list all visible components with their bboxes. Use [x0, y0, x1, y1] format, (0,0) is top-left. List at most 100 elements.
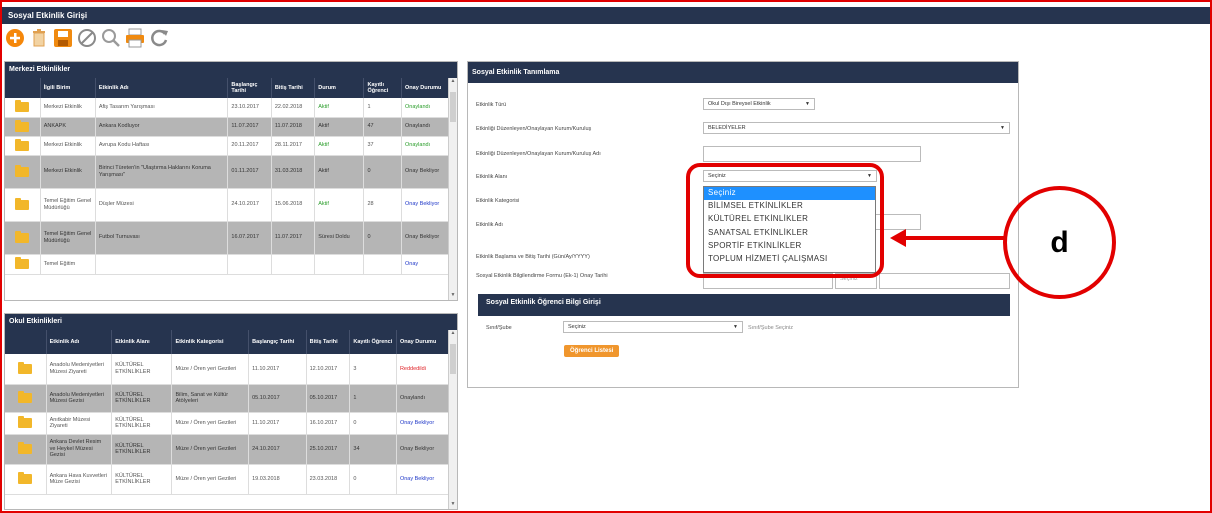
- cell-bitis: 22.02.2018: [271, 98, 316, 118]
- col-header-durum[interactable]: Durum: [314, 78, 365, 98]
- cell-kategori: Müze / Ören yeri Gezileri: [171, 354, 250, 385]
- col-header-kayitli[interactable]: Kayıtlı Öğrenci: [349, 330, 397, 354]
- save-icon[interactable]: [52, 28, 73, 49]
- scroll-thumb[interactable]: [450, 92, 456, 122]
- col-header[interactable]: [5, 330, 47, 354]
- cell-alan: KÜLTÜREL ETKİNLİKLER: [111, 464, 173, 495]
- folder-icon[interactable]: [15, 197, 30, 210]
- merkezi-etkinlikler-panel: Merkezi Etkinlikler İlgili Birim Etkinli…: [4, 61, 458, 301]
- col-header[interactable]: [5, 78, 41, 98]
- label-kurum-adi: Etkinliği Düzenleyen/Onaylayan Kurum/Kur…: [476, 151, 601, 157]
- table-row[interactable]: Anıtkabir Müzesi Ziyareti KÜLTÜREL ETKİN…: [5, 412, 450, 435]
- cell-ad: Birinci Türeten'in "Ulaştırma Haklarını …: [95, 155, 229, 189]
- delete-icon[interactable]: [28, 28, 49, 49]
- sinif-sube-select[interactable]: Seçiniz ▼: [563, 321, 743, 333]
- okul-etkinlikleri-table: Etkinlik Adı Etkinlik Alanı Etkinlik Kat…: [5, 330, 450, 495]
- col-header-baslangic[interactable]: Başlangıç Tarihi: [227, 78, 272, 98]
- table-row[interactable]: ANKAPK Ankara Kodluyor 11.07.2017 11.07.…: [5, 117, 449, 137]
- print-icon[interactable]: [124, 28, 145, 49]
- folder-icon[interactable]: [15, 100, 30, 113]
- table-row[interactable]: Anadolu Medeniyetleri Müzesi Ziyareti KÜ…: [5, 354, 450, 385]
- cell-kayitli: 0: [349, 464, 397, 495]
- scroll-thumb[interactable]: [450, 344, 456, 374]
- col-header-kategori[interactable]: Etkinlik Kategorisi: [171, 330, 250, 354]
- folder-icon[interactable]: [18, 416, 33, 428]
- folder-icon[interactable]: [15, 257, 30, 269]
- table-row[interactable]: Merkezi Etkinlik Afiş Tasarım Yarışması …: [5, 98, 449, 118]
- ogrenci-listesi-button[interactable]: Öğrenci Listesi: [564, 345, 620, 357]
- cell-ad: Anıtkabir Müzesi Ziyareti: [46, 412, 113, 435]
- search-icon[interactable]: [100, 28, 121, 49]
- cell-ad: Futbol Turnuvası: [95, 221, 229, 255]
- cell-kayitli: 28: [363, 188, 403, 222]
- merkezi-etkinlikler-title: Merkezi Etkinlikler: [5, 62, 457, 78]
- col-header-bitis[interactable]: Bitiş Tarihi: [271, 78, 316, 98]
- folder-icon[interactable]: [18, 472, 33, 484]
- table-row[interactable]: Merkezi Etkinlik Birinci Türeten'in "Ula…: [5, 155, 449, 189]
- scroll-down-icon[interactable]: ▼: [449, 292, 457, 300]
- label-kurum: Etkinliği Düzenleyen/Onaylayan Kurum/Kur…: [476, 126, 592, 132]
- col-header-kayitli[interactable]: Kayıtlı Öğrenci: [363, 78, 403, 98]
- cell-kayitli: [363, 254, 403, 275]
- col-header-onay[interactable]: Onay Durumu: [401, 78, 449, 98]
- cell-alan: KÜLTÜREL ETKİNLİKLER: [111, 434, 173, 465]
- cell-bitis: 15.06.2018: [271, 188, 316, 222]
- col-header-baslangic[interactable]: Başlangıç Tarihi: [248, 330, 307, 354]
- kurum-select[interactable]: BELEDİYELER ▼: [703, 122, 1010, 134]
- folder-icon[interactable]: [18, 391, 33, 403]
- callout-letter: d: [1050, 225, 1069, 259]
- table-row[interactable]: Ankara Devlet Resim ve Heykel Müzesi Gez…: [5, 434, 450, 465]
- table-row[interactable]: Temel Eğitim Onay: [5, 254, 449, 275]
- etkinlik-turu-select[interactable]: Okul Dışı Bireysel Etkinlik ▼: [703, 98, 815, 110]
- col-header-bitis[interactable]: Bitiş Tarihi: [306, 330, 351, 354]
- cell-kayitli: 0: [363, 221, 403, 255]
- chevron-down-icon: ▼: [733, 324, 738, 330]
- okul-scrollbar[interactable]: ▲ ▼: [448, 330, 457, 509]
- folder-icon[interactable]: [18, 442, 33, 454]
- col-header-onay[interactable]: Onay Durumu: [396, 330, 450, 354]
- cell-birim: ANKAPK: [40, 117, 96, 137]
- cell-onay: Onay Bekliyor: [396, 464, 450, 495]
- cell-onay: Onay Bekliyor: [401, 155, 449, 189]
- cell-baslangic: 24.10.2017: [248, 434, 307, 465]
- refresh-icon[interactable]: [148, 28, 169, 49]
- folder-icon[interactable]: [15, 138, 30, 151]
- folder-icon[interactable]: [15, 119, 30, 132]
- cell-ad: Ankara Hava Kuvvetleri Müze Gezisi: [46, 464, 113, 495]
- cell-kayitli: 0: [349, 412, 397, 435]
- kurum-value: BELEDİYELER: [708, 125, 746, 131]
- folder-icon[interactable]: [18, 361, 33, 374]
- col-header-alan[interactable]: Etkinlik Alanı: [111, 330, 173, 354]
- table-row[interactable]: Anadolu Medeniyetleri Müzesi Gezisi KÜLT…: [5, 384, 450, 413]
- form-onay-extra-input[interactable]: [879, 273, 1010, 289]
- kurum-adi-input[interactable]: [703, 146, 921, 162]
- table-row[interactable]: Temel Eğitim Genel Müdürlüğü Düşler Müze…: [5, 188, 449, 222]
- col-header-birim[interactable]: İlgili Birim: [40, 78, 96, 98]
- annotation-arrow-icon: [890, 229, 1004, 247]
- label-etkinlik-turu: Etkinlik Türü: [476, 102, 507, 108]
- folder-icon[interactable]: [15, 230, 30, 243]
- scroll-up-icon[interactable]: ▲: [449, 330, 457, 338]
- table-row[interactable]: Temel Eğitim Genel Müdürlüğü Futbol Turn…: [5, 221, 449, 255]
- cell-onay: Onaylandı: [401, 117, 449, 137]
- table-row[interactable]: Merkezi Etkinlik Avrupa Kodu Haftası 20.…: [5, 136, 449, 156]
- scroll-down-icon[interactable]: ▼: [449, 501, 457, 509]
- col-header-ad[interactable]: Etkinlik Adı: [46, 330, 113, 354]
- cell-onay: Onay Bekliyor: [401, 221, 449, 255]
- cell-durum: Aktif: [314, 98, 365, 118]
- table-row[interactable]: Ankara Hava Kuvvetleri Müze Gezisi KÜLTÜ…: [5, 464, 450, 495]
- label-form-onay: Sosyal Etkinlik Bilgilendirme Formu (Ek-…: [476, 273, 608, 279]
- col-header-ad[interactable]: Etkinlik Adı: [95, 78, 229, 98]
- label-etkinlik-adi: Etkinlik Adı: [476, 222, 503, 228]
- cell-bitis: 11.07.2017: [271, 221, 316, 255]
- cell-alan: KÜLTÜREL ETKİNLİKLER: [111, 354, 173, 385]
- cell-durum: [314, 254, 365, 275]
- merkezi-scrollbar[interactable]: ▲ ▼: [448, 78, 457, 300]
- scroll-up-icon[interactable]: ▲: [449, 78, 457, 86]
- cell-birim: Temel Eğitim Genel Müdürlüğü: [40, 221, 96, 255]
- folder-icon[interactable]: [15, 164, 30, 177]
- add-icon[interactable]: [4, 28, 25, 49]
- cancel-icon[interactable]: [76, 28, 97, 49]
- cell-birim: Merkezi Etkinlik: [40, 136, 96, 156]
- cell-alan: KÜLTÜREL ETKİNLİKLER: [111, 412, 173, 435]
